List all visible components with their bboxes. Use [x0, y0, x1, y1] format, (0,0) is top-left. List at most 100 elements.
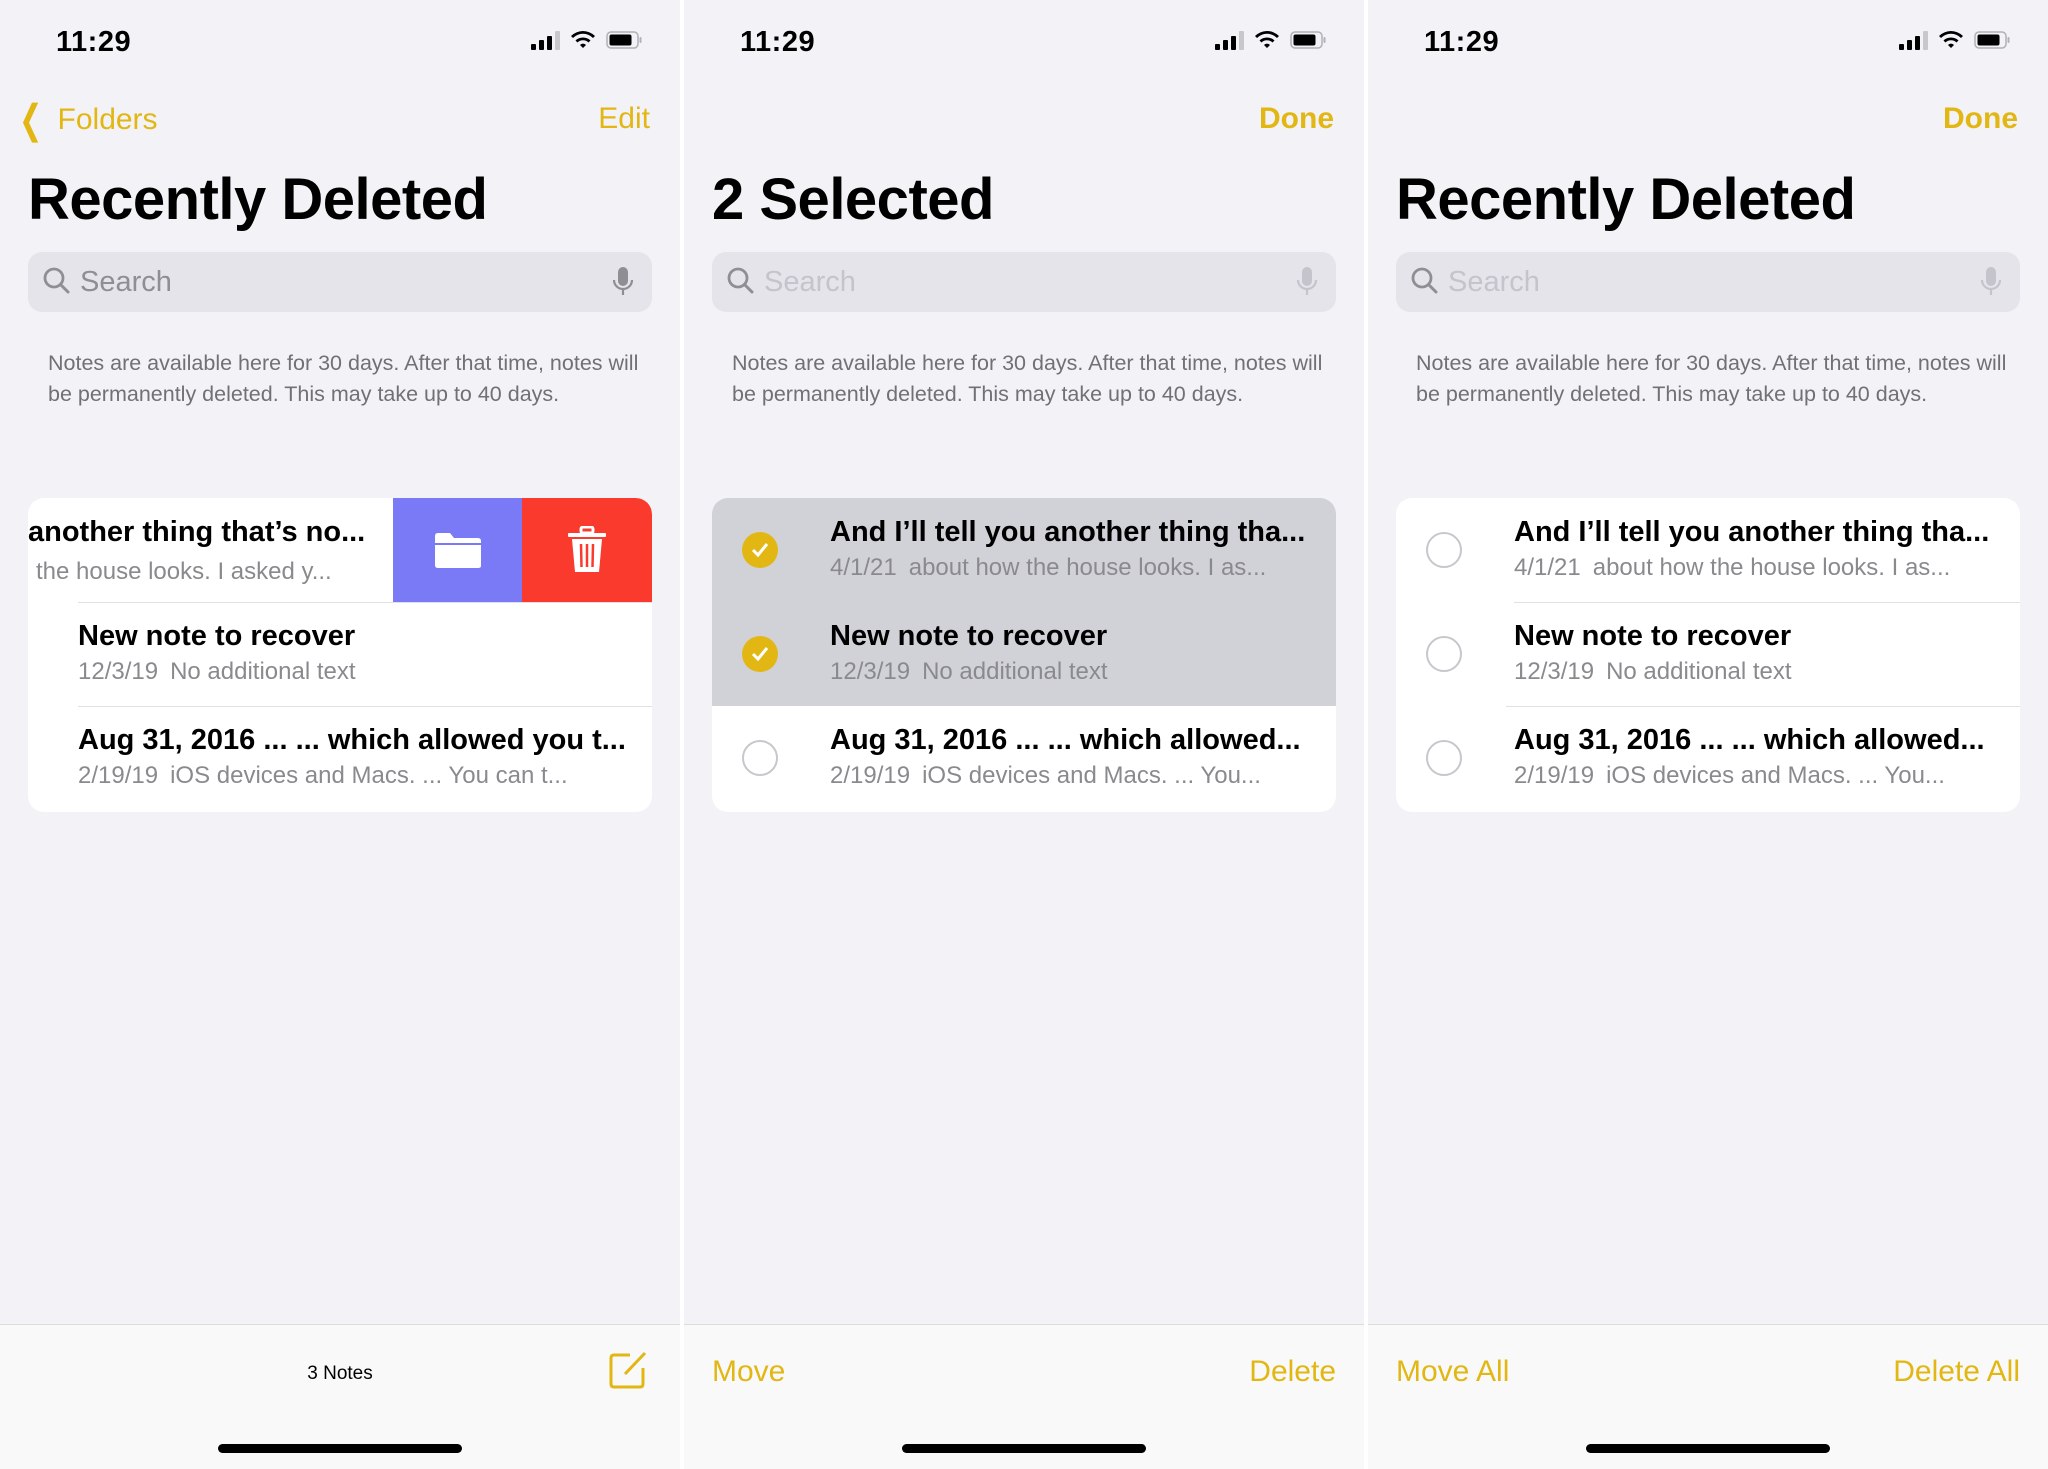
- note-title: Aug 31, 2016 ... ... which allowed...: [830, 724, 1301, 756]
- note-preview: No additional text: [1606, 658, 1792, 685]
- note-preview: No additional text: [922, 658, 1108, 685]
- battery-icon: [1974, 31, 2010, 49]
- notes-screen-swipe-actions: 11:29 ❮ Folders Edit Recently Deleted Se…: [0, 0, 680, 1469]
- microphone-icon[interactable]: [1980, 266, 2002, 298]
- compose-icon[interactable]: [608, 1351, 648, 1391]
- notes-list: another thing that’s no... the house loo…: [28, 498, 652, 812]
- page-title: Recently Deleted: [28, 167, 488, 232]
- notes-screen-edit-mode: 11:29 Done Recently Deleted Search Notes…: [1368, 0, 2048, 1469]
- search-placeholder: Search: [1448, 266, 1540, 298]
- search-placeholder: Search: [764, 266, 856, 298]
- cellular-signal-icon: [1899, 30, 1928, 50]
- battery-icon: [1290, 31, 1326, 49]
- note-row[interactable]: Aug 31, 2016 ... ... which allowed... 2/…: [1396, 706, 2020, 810]
- move-button[interactable]: Move: [712, 1355, 785, 1389]
- home-indicator: [1586, 1444, 1830, 1453]
- note-row[interactable]: Aug 31, 2016 ... ... which allowed... 2/…: [712, 706, 1336, 810]
- home-indicator: [218, 1444, 462, 1453]
- notes-list: And I’ll tell you another thing tha... 4…: [712, 498, 1336, 812]
- note-subtitle: 12/3/19 No additional text: [830, 658, 1108, 686]
- note-title: And I’ll tell you another thing tha...: [1514, 516, 1990, 548]
- status-icons: [531, 30, 644, 50]
- wifi-icon: [1255, 31, 1279, 48]
- note-title: And I’ll tell you another thing tha...: [830, 516, 1306, 548]
- note-preview: No additional text: [170, 658, 356, 685]
- note-title: New note to recover: [78, 620, 356, 652]
- delete-button[interactable]: Delete: [1249, 1355, 1336, 1389]
- note-preview: the house looks. I asked y...: [36, 558, 332, 585]
- recently-deleted-info: Notes are available here for 30 days. Af…: [732, 351, 1323, 406]
- notes-list: And I’ll tell you another thing tha... 4…: [1396, 498, 2020, 812]
- delete-note-button[interactable]: [522, 498, 652, 602]
- note-preview: about how the house looks. I as...: [1592, 554, 1951, 581]
- page-title: Recently Deleted: [1396, 167, 1856, 232]
- search-icon: [43, 267, 70, 294]
- note-row[interactable]: New note to recover 12/3/19 No additional…: [1396, 602, 2020, 706]
- status-time: 11:29: [1424, 26, 1500, 58]
- status-time: 11:29: [56, 26, 132, 58]
- cellular-signal-icon: [1215, 30, 1244, 50]
- done-button[interactable]: Done: [1943, 102, 2018, 136]
- note-date: 2/19/19: [830, 762, 911, 789]
- search-field[interactable]: Search: [1396, 252, 2020, 312]
- note-preview: iOS devices and Macs. ... You...: [922, 762, 1261, 789]
- microphone-icon[interactable]: [1296, 266, 1318, 298]
- edit-button[interactable]: Edit: [598, 102, 650, 136]
- search-placeholder: Search: [80, 266, 172, 298]
- cellular-signal-icon: [531, 30, 560, 50]
- status-icons: [1215, 30, 1328, 50]
- note-subtitle: 2/19/19 iOS devices and Macs. ... You can…: [78, 762, 568, 790]
- status-icons: [1899, 30, 2012, 50]
- chevron-left-icon: ❮: [19, 98, 43, 142]
- page-title: 2 Selected: [712, 167, 994, 232]
- back-label: Folders: [57, 103, 158, 136]
- folder-icon: [435, 533, 481, 568]
- home-indicator: [902, 1444, 1146, 1453]
- search-field[interactable]: Search: [712, 252, 1336, 312]
- note-title: New note to recover: [1514, 620, 1792, 652]
- note-row-selected[interactable]: New note to recover 12/3/19 No additional…: [712, 602, 1336, 706]
- note-preview: about how the house looks. I as...: [908, 554, 1267, 581]
- notes-count: 3 Notes: [307, 1363, 373, 1384]
- selection-checkbox[interactable]: [1426, 532, 1462, 568]
- move-to-folder-button[interactable]: [393, 498, 523, 602]
- note-title: another thing that’s no...: [28, 516, 366, 548]
- trash-icon: [568, 526, 606, 572]
- selection-checkbox[interactable]: [742, 740, 778, 776]
- note-date: 12/3/19: [78, 658, 159, 685]
- microphone-icon[interactable]: [612, 266, 634, 298]
- note-date: 4/1/21: [830, 554, 897, 581]
- delete-all-button[interactable]: Delete All: [1893, 1355, 2020, 1389]
- note-subtitle: 4/1/21 about how the house looks. I as...: [830, 554, 1266, 582]
- note-title: Aug 31, 2016 ... ... which allowed you t…: [78, 724, 626, 756]
- note-date: 2/19/19: [78, 762, 159, 789]
- note-row-swiped[interactable]: another thing that’s no... the house loo…: [28, 498, 652, 602]
- note-subtitle: 2/19/19 iOS devices and Macs. ... You...: [1514, 762, 1945, 790]
- note-subtitle: 12/3/19 No additional text: [78, 658, 356, 686]
- note-title: New note to recover: [830, 620, 1108, 652]
- search-field[interactable]: Search: [28, 252, 652, 312]
- note-row-selected[interactable]: And I’ll tell you another thing tha... 4…: [712, 498, 1336, 602]
- checkmark-icon: [751, 647, 769, 662]
- wifi-icon: [1939, 31, 1963, 48]
- battery-icon: [606, 31, 642, 49]
- back-button[interactable]: ❮ Folders: [14, 100, 158, 140]
- status-time: 11:29: [740, 26, 816, 58]
- selection-checkbox[interactable]: [1426, 636, 1462, 672]
- note-row[interactable]: And I’ll tell you another thing tha... 4…: [1396, 498, 2020, 602]
- note-row[interactable]: New note to recover 12/3/19 No additional…: [28, 602, 652, 706]
- done-button[interactable]: Done: [1259, 102, 1334, 136]
- note-subtitle: 12/3/19 No additional text: [1514, 658, 1792, 686]
- note-date: 12/3/19: [1514, 658, 1595, 685]
- selection-checkbox-checked[interactable]: [742, 532, 778, 568]
- wifi-icon: [571, 31, 595, 48]
- search-icon: [1411, 267, 1438, 294]
- move-all-button[interactable]: Move All: [1396, 1355, 1509, 1389]
- selection-checkbox-checked[interactable]: [742, 636, 778, 672]
- note-date: 2/19/19: [1514, 762, 1595, 789]
- notes-screen-selection: 11:29 Done 2 Selected Search Notes are a…: [684, 0, 1364, 1469]
- recently-deleted-info: Notes are available here for 30 days. Af…: [48, 351, 639, 406]
- checkmark-icon: [751, 543, 769, 558]
- selection-checkbox[interactable]: [1426, 740, 1462, 776]
- note-row[interactable]: Aug 31, 2016 ... ... which allowed you t…: [28, 706, 652, 810]
